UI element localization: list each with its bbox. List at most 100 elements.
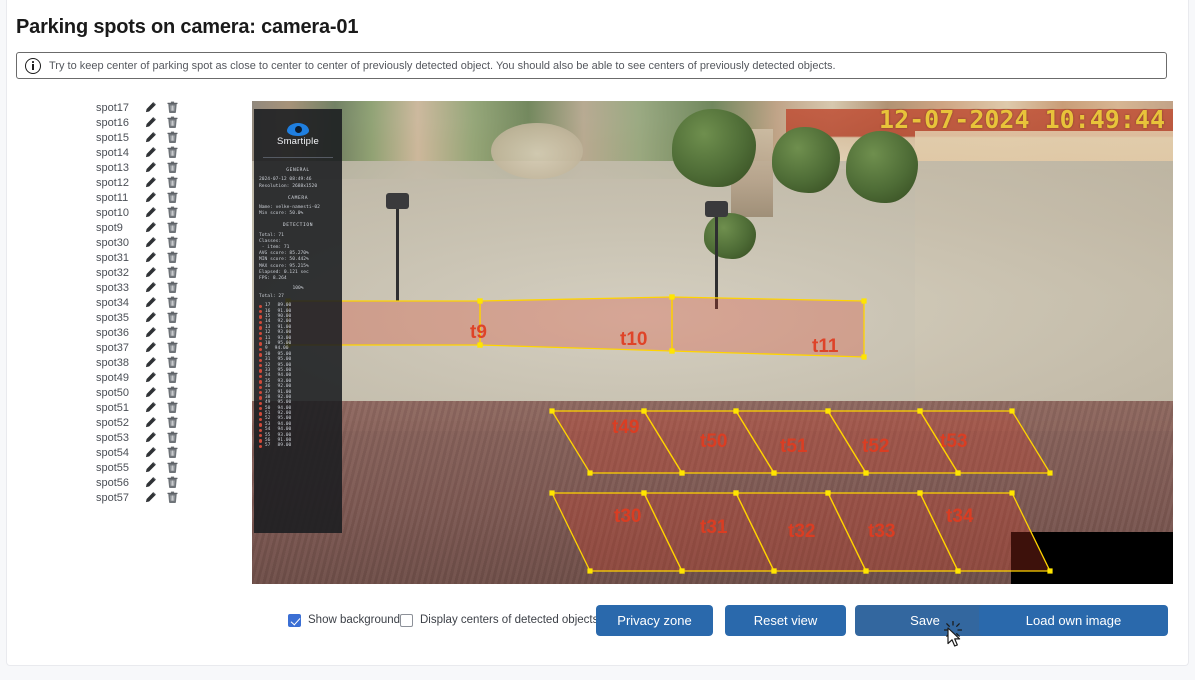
pencil-icon[interactable] <box>144 281 159 296</box>
trash-icon[interactable] <box>166 281 181 296</box>
spot-list-item: spot11 <box>96 191 236 206</box>
background-streetlamp <box>386 193 409 301</box>
spot-list-item-label: spot11 <box>96 192 129 204</box>
trash-icon[interactable] <box>166 371 181 386</box>
trash-icon[interactable] <box>166 266 181 281</box>
trash-icon[interactable] <box>166 251 181 266</box>
status-dot-icon <box>259 369 263 373</box>
spot-list-item: spot13 <box>96 161 236 176</box>
spot-list-item-label: spot9 <box>96 222 123 234</box>
status-dot-icon <box>259 390 263 395</box>
trash-icon[interactable] <box>166 161 181 176</box>
camera-view[interactable]: t10 t11 t9 t49 t50 t51 t52 t53 t30 t31 t32 t33 t34 S… <box>252 101 1173 584</box>
status-dot-icon <box>259 407 263 411</box>
pencil-icon[interactable] <box>144 161 159 176</box>
spot-list-item: spot52 <box>96 416 236 431</box>
trash-icon[interactable] <box>166 431 181 446</box>
trash-icon[interactable] <box>166 296 181 311</box>
overlay-spots-total: Total: 27 <box>259 294 284 300</box>
checkbox-show-background[interactable]: Show background <box>288 613 401 627</box>
trash-icon[interactable] <box>166 461 181 476</box>
status-dot-icon <box>259 304 263 309</box>
pencil-icon[interactable] <box>144 221 159 236</box>
status-dot-icon <box>259 417 263 422</box>
status-dot-icon <box>259 342 263 346</box>
trash-icon[interactable] <box>166 221 181 236</box>
status-dot-icon <box>259 353 263 357</box>
pencil-icon[interactable] <box>144 131 159 146</box>
trash-icon[interactable] <box>166 236 181 251</box>
pencil-icon[interactable] <box>144 251 159 266</box>
trash-icon[interactable] <box>166 146 181 161</box>
pencil-icon[interactable] <box>144 401 159 416</box>
pencil-icon[interactable] <box>144 296 159 311</box>
trash-icon[interactable] <box>166 341 181 356</box>
pencil-icon[interactable] <box>144 371 159 386</box>
trash-icon[interactable] <box>166 116 181 131</box>
trash-icon[interactable] <box>166 401 181 416</box>
checkbox-display-centers[interactable]: Display centers of detected objects <box>400 613 598 627</box>
pencil-icon[interactable] <box>144 356 159 371</box>
pencil-icon[interactable] <box>144 386 159 401</box>
spot-list-item-label: spot50 <box>96 387 130 399</box>
spot-list-item-label: spot37 <box>96 342 130 354</box>
info-banner: Try to keep center of parking spot as cl… <box>16 52 1167 79</box>
spot-list-item: spot38 <box>96 356 236 371</box>
trash-icon[interactable] <box>166 206 181 221</box>
pencil-icon[interactable] <box>144 116 159 131</box>
pencil-icon[interactable] <box>144 101 159 116</box>
pencil-icon[interactable] <box>144 206 159 221</box>
pencil-icon[interactable] <box>144 446 159 461</box>
trash-icon[interactable] <box>166 491 181 506</box>
spot-list-item: spot55 <box>96 461 236 476</box>
trash-icon[interactable] <box>166 191 181 206</box>
privacy-zone-button[interactable]: Privacy zone <box>596 604 713 636</box>
pencil-icon[interactable] <box>144 416 159 431</box>
overlay-sections: GENERAL 2024-07-12 08:49:46 Resolution: 26… <box>259 168 337 282</box>
trash-icon[interactable] <box>166 476 181 491</box>
checkbox-show-background-label: Show background <box>308 614 401 626</box>
pencil-icon[interactable] <box>144 176 159 191</box>
checkbox-show-background-box[interactable] <box>288 613 301 627</box>
status-dot-icon <box>259 315 263 319</box>
pencil-icon[interactable] <box>144 311 159 326</box>
pencil-icon[interactable] <box>144 191 159 206</box>
status-dot-icon <box>259 331 263 335</box>
pencil-icon[interactable] <box>144 326 159 341</box>
spot-list-item: spot34 <box>96 296 236 311</box>
trash-icon[interactable] <box>166 356 181 371</box>
overlay-section-line: Min score: 50.0% <box>259 211 304 217</box>
spot-list-item-label: spot49 <box>96 372 130 384</box>
pencil-icon[interactable] <box>144 236 159 251</box>
spot-list: spot17 spot16 spot15 spot14 spot13 spot12 spot… <box>96 101 236 506</box>
toolbar: Show background Display centers of detec… <box>252 600 1173 640</box>
trash-icon[interactable] <box>166 386 181 401</box>
spot-list-item: spot33 <box>96 281 236 296</box>
pencil-icon[interactable] <box>144 461 159 476</box>
save-button[interactable]: Save <box>855 604 995 636</box>
status-dot-icon <box>259 347 263 352</box>
pencil-icon[interactable] <box>144 476 159 491</box>
overlay-section-heading: DETECTION <box>282 223 314 229</box>
checkbox-display-centers-box[interactable] <box>400 613 413 627</box>
pencil-icon[interactable] <box>144 146 159 161</box>
spot-list-item: spot49 <box>96 371 236 386</box>
status-dot-icon <box>259 374 263 379</box>
trash-icon[interactable] <box>166 311 181 326</box>
overlay-section-heading: CAMERA <box>287 195 309 201</box>
page-root: Parking spots on camera: camera-01 Try t… <box>0 0 1195 680</box>
pencil-icon[interactable] <box>144 266 159 281</box>
trash-icon[interactable] <box>166 416 181 431</box>
load-own-image-button[interactable]: Load own image <box>979 604 1168 636</box>
trash-icon[interactable] <box>166 326 181 341</box>
pencil-icon[interactable] <box>144 491 159 506</box>
trash-icon[interactable] <box>166 446 181 461</box>
trash-icon[interactable] <box>166 176 181 191</box>
status-dot-icon <box>259 444 263 449</box>
reset-view-button[interactable]: Reset view <box>725 604 846 636</box>
trash-icon[interactable] <box>166 131 181 146</box>
pencil-icon[interactable] <box>144 341 159 356</box>
trash-icon[interactable] <box>166 101 181 116</box>
status-dot-icon <box>259 401 263 406</box>
pencil-icon[interactable] <box>144 431 159 446</box>
